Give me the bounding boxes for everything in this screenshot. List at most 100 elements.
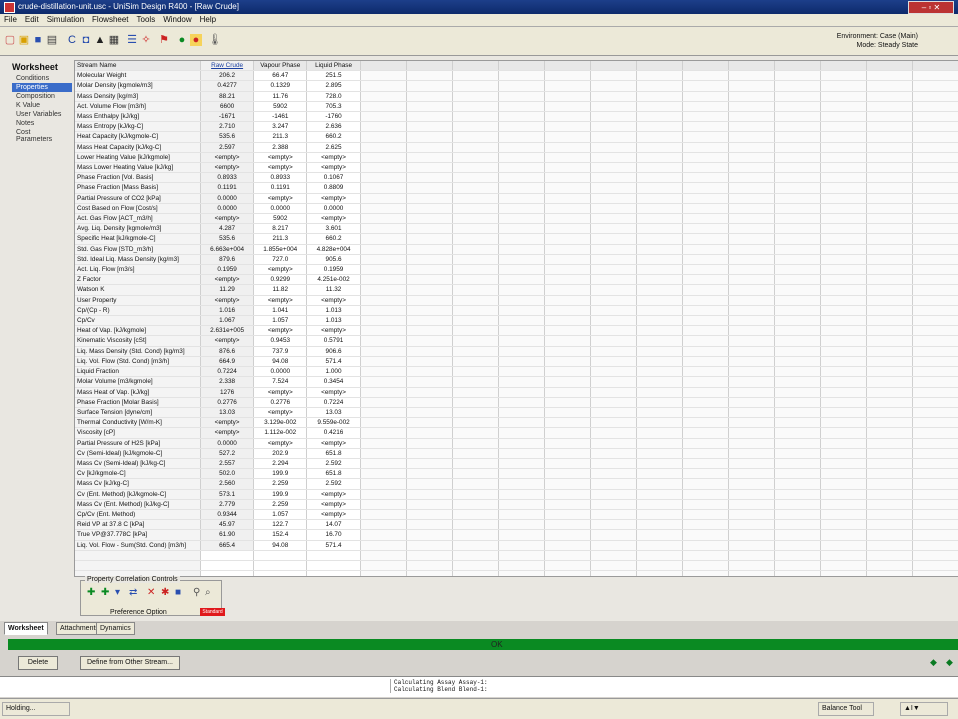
property-value-cell[interactable]: 660.2 xyxy=(306,233,361,245)
property-value-cell[interactable]: 1.041 xyxy=(253,305,308,317)
property-value-cell[interactable]: <empty> xyxy=(306,162,361,174)
add-correlation-icon[interactable]: ✚ xyxy=(87,587,95,598)
property-value-cell[interactable]: <empty> xyxy=(306,213,361,225)
property-value-cell[interactable]: 1.057 xyxy=(253,315,308,327)
column-header[interactable]: Liquid Phase xyxy=(306,61,361,72)
nav-item-user-variables[interactable]: User Variables xyxy=(12,110,72,119)
property-value-cell[interactable]: 660.2 xyxy=(306,131,361,143)
property-value-cell[interactable]: 0.0000 xyxy=(200,193,255,204)
nav-item-conditions[interactable]: Conditions xyxy=(12,74,72,83)
property-value-cell[interactable]: <empty> xyxy=(306,325,361,337)
property-value-cell[interactable]: 61.90 xyxy=(200,529,255,541)
property-value-cell[interactable]: <empty> xyxy=(200,427,255,439)
nav-item-k-value[interactable]: K Value xyxy=(12,101,72,110)
property-value-cell[interactable]: 0.8809 xyxy=(306,182,361,194)
property-value-cell[interactable]: <empty> xyxy=(253,438,308,449)
column-header[interactable]: Vapour Phase xyxy=(253,61,308,72)
next-stream-icon[interactable]: ◆ xyxy=(946,657,953,668)
menu-flowsheet[interactable]: Flowsheet xyxy=(88,14,132,25)
previous-stream-icon[interactable]: ◆ xyxy=(930,657,937,668)
property-value-cell[interactable]: <empty> xyxy=(200,213,255,225)
property-value-cell[interactable]: 0.1329 xyxy=(253,80,308,92)
property-value-cell[interactable]: <empty> xyxy=(253,295,308,306)
property-value-cell[interactable]: 7.524 xyxy=(253,376,308,388)
property-value-cell[interactable]: 11.32 xyxy=(306,284,361,296)
property-value-cell[interactable]: -1760 xyxy=(306,111,361,123)
menu-file[interactable]: File xyxy=(0,14,21,25)
menu-help[interactable]: Help xyxy=(196,14,220,25)
property-value-cell[interactable]: 2.895 xyxy=(306,80,361,92)
property-value-cell[interactable]: 206.2 xyxy=(200,70,255,82)
property-value-cell[interactable]: 13.03 xyxy=(306,407,361,419)
property-value-cell[interactable]: <empty> xyxy=(306,509,361,521)
clear-icon[interactable]: ✱ xyxy=(161,587,169,598)
property-value-cell[interactable]: 2.597 xyxy=(200,142,255,153)
property-value-cell[interactable]: 0.0000 xyxy=(253,203,308,215)
property-value-cell[interactable]: 0.9344 xyxy=(200,509,255,521)
property-value-cell[interactable]: <empty> xyxy=(306,489,361,500)
new-icon[interactable]: ▢ xyxy=(4,34,16,46)
property-value-cell[interactable]: 1.057 xyxy=(253,509,308,521)
property-value-cell[interactable]: 1.013 xyxy=(306,315,361,327)
property-value-cell[interactable]: <empty> xyxy=(253,325,308,337)
property-value-cell[interactable]: 1.013 xyxy=(306,305,361,317)
property-value-cell[interactable]: <empty> xyxy=(253,387,308,398)
property-value-cell[interactable]: 0.8933 xyxy=(253,172,308,184)
property-value-cell[interactable]: <empty> xyxy=(306,387,361,398)
property-value-cell[interactable]: 0.0000 xyxy=(200,203,255,215)
property-value-cell[interactable]: 4.287 xyxy=(200,223,255,235)
property-value-cell[interactable]: 1.000 xyxy=(306,366,361,378)
workbook-icon[interactable]: ▦ xyxy=(108,34,120,46)
property-value-cell[interactable]: <empty> xyxy=(306,193,361,204)
property-value-cell[interactable]: 905.6 xyxy=(306,254,361,266)
move-icon[interactable]: ⇄ xyxy=(129,587,137,598)
property-value-cell[interactable]: 571.4 xyxy=(306,540,361,551)
property-value-cell[interactable]: 3.601 xyxy=(306,223,361,235)
property-value-cell[interactable]: <empty> xyxy=(306,499,361,510)
nav-item-properties[interactable]: Properties xyxy=(12,83,72,92)
property-value-cell[interactable]: 199.9 xyxy=(253,468,308,480)
traffic-light-icon[interactable]: ● xyxy=(190,34,202,46)
property-value-cell[interactable]: 2.388 xyxy=(253,142,308,153)
property-value-cell[interactable]: 0.1959 xyxy=(200,264,255,276)
property-value-cell[interactable]: <empty> xyxy=(306,295,361,306)
property-value-cell[interactable]: <empty> xyxy=(253,152,308,164)
property-value-cell[interactable]: 11.29 xyxy=(200,284,255,296)
property-value-cell[interactable]: 0.0000 xyxy=(200,438,255,449)
property-value-cell[interactable]: 94.08 xyxy=(253,356,308,368)
property-value-cell[interactable]: 0.9453 xyxy=(253,335,308,347)
property-value-cell[interactable]: 664.9 xyxy=(200,356,255,368)
property-value-cell[interactable]: 11.82 xyxy=(253,284,308,296)
save-set-icon[interactable]: ■ xyxy=(175,587,181,598)
menu-tools[interactable]: Tools xyxy=(133,14,160,25)
expand-icon[interactable]: ▾ xyxy=(115,587,120,598)
property-value-cell[interactable]: 94.08 xyxy=(253,540,308,551)
property-value-cell[interactable]: 11.76 xyxy=(253,91,308,102)
property-value-cell[interactable]: 573.1 xyxy=(200,489,255,500)
property-value-cell[interactable]: 0.1067 xyxy=(306,172,361,184)
property-value-cell[interactable]: 66.47 xyxy=(253,70,308,82)
property-value-cell[interactable]: 0.7224 xyxy=(306,397,361,408)
fluid-package-icon[interactable]: ◘ xyxy=(80,34,92,46)
property-value-cell[interactable]: <empty> xyxy=(306,438,361,449)
property-value-cell[interactable]: 251.5 xyxy=(306,70,361,82)
menu-edit[interactable]: Edit xyxy=(21,14,43,25)
property-value-cell[interactable]: 2.338 xyxy=(200,376,255,388)
property-value-cell[interactable]: 45.97 xyxy=(200,519,255,531)
property-value-cell[interactable]: -1461 xyxy=(253,111,308,123)
property-value-cell[interactable]: 211.3 xyxy=(253,131,308,143)
property-value-cell[interactable]: <empty> xyxy=(200,295,255,306)
thermometer-icon[interactable]: 🌡 xyxy=(208,34,222,46)
property-value-cell[interactable]: 0.9299 xyxy=(253,274,308,286)
property-value-cell[interactable]: 5902 xyxy=(253,101,308,113)
property-value-cell[interactable]: 2.636 xyxy=(306,121,361,133)
property-value-cell[interactable]: <empty> xyxy=(200,152,255,164)
property-value-cell[interactable]: 211.3 xyxy=(253,233,308,245)
property-value-cell[interactable]: 2.592 xyxy=(306,478,361,490)
property-value-cell[interactable]: 3.247 xyxy=(253,121,308,133)
property-value-cell[interactable]: 4.828e+004 xyxy=(306,244,361,255)
property-value-cell[interactable]: 1.016 xyxy=(200,305,255,317)
pfd-icon[interactable]: ☰ xyxy=(126,34,138,46)
nav-item-notes[interactable]: Notes xyxy=(12,119,72,128)
property-value-cell[interactable]: 727.0 xyxy=(253,254,308,266)
